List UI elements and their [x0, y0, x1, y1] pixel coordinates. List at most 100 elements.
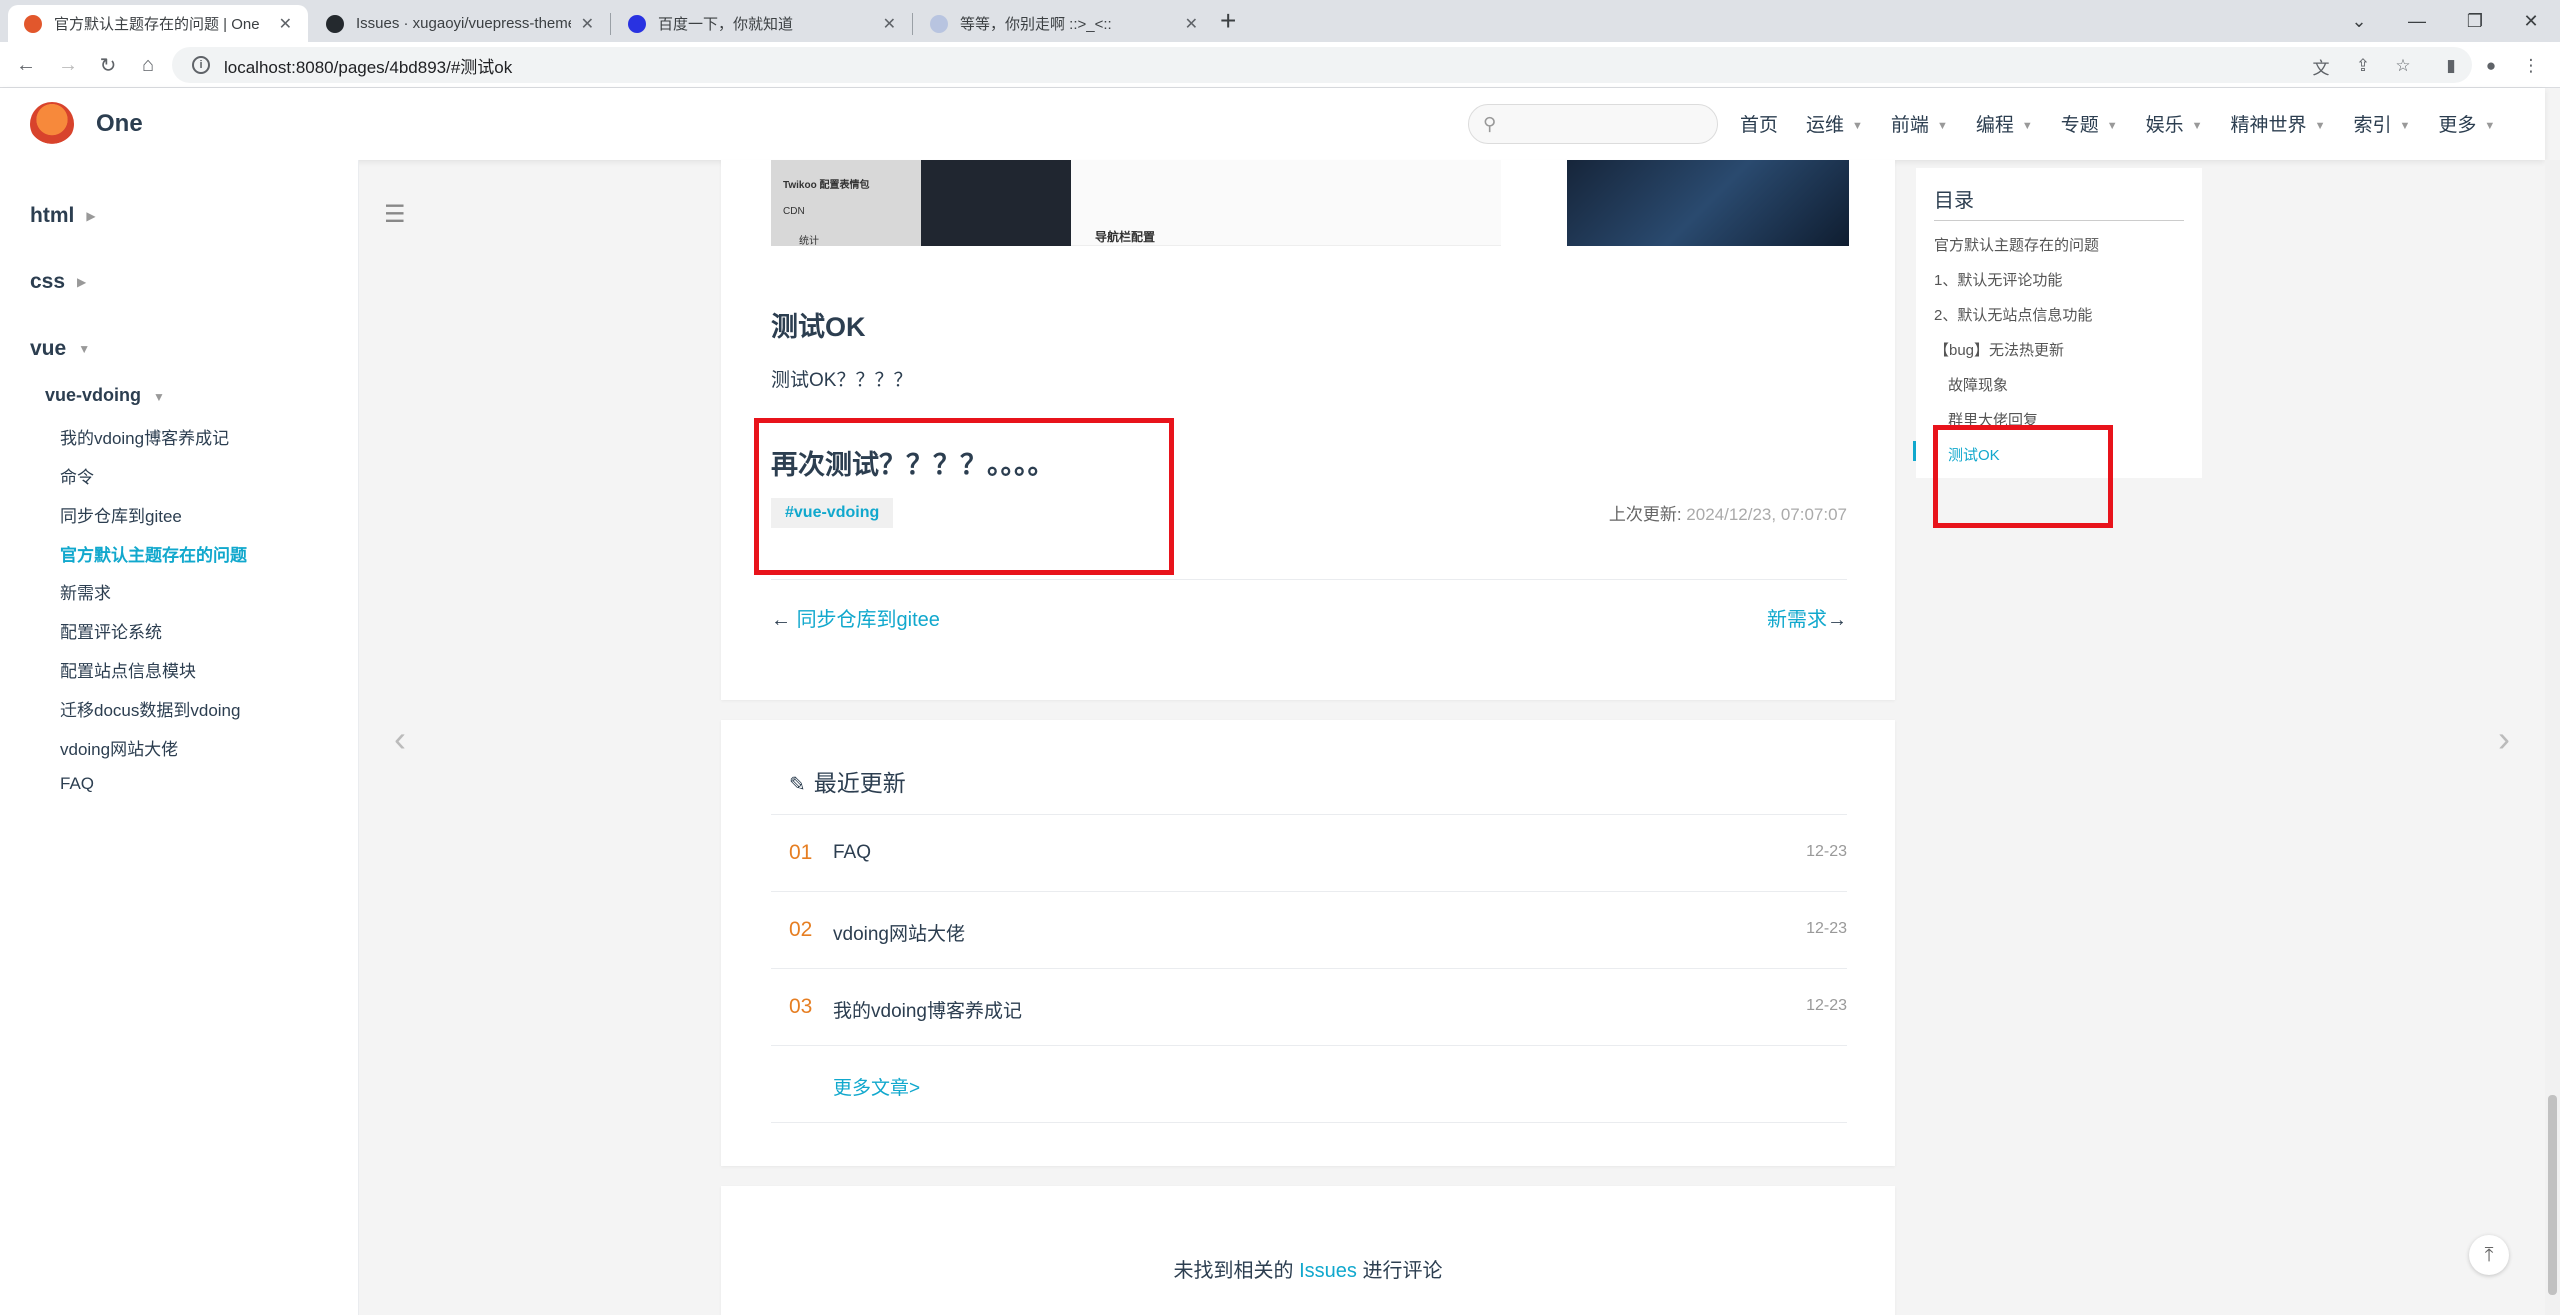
page-favicon-icon: [930, 14, 948, 33]
chevron-down-icon: ▼: [2399, 119, 2411, 132]
home-button[interactable]: ⌂: [134, 51, 162, 79]
sidebar-item[interactable]: vdoing网站大佬: [60, 735, 178, 760]
translate-icon[interactable]: 文: [2308, 53, 2334, 79]
site-name[interactable]: One: [96, 110, 143, 138]
back-to-top-button[interactable]: ⤒: [2469, 1235, 2509, 1275]
comment-prompt: 未找到相关的 Issues 进行评论: [1173, 1260, 1443, 1282]
browser-tab-404[interactable]: 等等，你别走啊 ::>_<:: ✕: [914, 5, 1214, 42]
bookmark-star-icon[interactable]: ☆: [2390, 53, 2416, 79]
close-tab-icon[interactable]: ✕: [279, 14, 292, 34]
toc-active-indicator: [1913, 441, 1916, 461]
reload-button[interactable]: ↻: [94, 51, 122, 79]
site-info-icon[interactable]: i: [192, 56, 210, 74]
sidebar-item[interactable]: 同步仓库到gitee: [60, 502, 182, 527]
pencil-icon: ✎: [789, 774, 806, 796]
sidebar: html ▶ css ▶ vue ▼ vue-vdoing ▼ 我的vdoing博客养成…: [0, 160, 359, 1315]
sidebar-item[interactable]: 新需求: [60, 579, 111, 604]
browser-tab-github[interactable]: Issues · xugaoyi/vuepress-theme-vdoing ✕: [310, 5, 610, 42]
next-page-arrow-icon[interactable]: ›: [2498, 718, 2510, 760]
prev-page-arrow-icon[interactable]: ‹: [394, 718, 406, 760]
sidebar-item[interactable]: 配置评论系统: [60, 618, 162, 643]
screenshot-image: [1567, 160, 1849, 246]
tab-separator: [912, 13, 913, 35]
close-tab-icon[interactable]: ✕: [581, 14, 594, 34]
sidebar-item[interactable]: FAQ: [60, 774, 94, 794]
search-icon: ⚲: [1483, 114, 1497, 134]
toc-item[interactable]: 故障现象: [1948, 374, 2008, 395]
browser-tab-baidu[interactable]: 百度一下，你就知道 ✕: [612, 5, 912, 42]
list-item[interactable]: 02 vdoing网站大佬 12-23: [771, 891, 1847, 968]
browser-toolbar: ← → ↻ ⌂ i localhost:8080/pages/4bd893/#测…: [0, 42, 2560, 88]
highlight-box: [754, 418, 1174, 575]
sidebar-item[interactable]: 配置站点信息模块: [60, 657, 196, 682]
tab-search-icon[interactable]: ⌄: [2330, 0, 2388, 42]
share-icon[interactable]: ⇪: [2350, 53, 2376, 79]
nav-topics[interactable]: 专题 ▼: [2061, 110, 2118, 137]
baidu-icon: [628, 14, 646, 33]
minimize-button[interactable]: —: [2388, 0, 2446, 42]
browser-tab-bar: 官方默认主题存在的问题 | One ✕ Issues · xugaoyi/vue…: [0, 0, 2560, 42]
sidebar-item-active[interactable]: 官方默认主题存在的问题: [60, 541, 247, 566]
toc-item[interactable]: 1、默认无评论功能: [1934, 269, 2062, 290]
search-input[interactable]: ⚲: [1468, 104, 1718, 144]
sidebar-group-css[interactable]: css ▶: [30, 270, 86, 294]
tab-title: Issues · xugaoyi/vuepress-theme-vdoing: [356, 15, 571, 32]
nav-more[interactable]: 更多 ▼: [2438, 110, 2495, 137]
article-card: Twikoo 配置表情包 CDN 统计 导航栏配置 测试OK 测试OK？？？？ …: [721, 160, 1895, 700]
forward-button[interactable]: →: [54, 51, 82, 79]
nav-home[interactable]: 首页: [1740, 110, 1778, 137]
scrollbar-thumb[interactable]: [2548, 1095, 2557, 1295]
toc-item[interactable]: 【bug】无法热更新: [1934, 339, 2064, 360]
site-logo[interactable]: [30, 102, 74, 146]
menu-kebab-icon[interactable]: ⋮: [2518, 53, 2544, 79]
nav-programming[interactable]: 编程 ▼: [1976, 110, 2033, 137]
next-article-link[interactable]: 新需求→: [1767, 603, 1847, 632]
prev-article-link[interactable]: ← 同步仓库到gitee: [771, 603, 940, 632]
sidebar-item[interactable]: 我的vdoing博客养成记: [60, 424, 229, 449]
sidebar-item[interactable]: 迁移docus数据到vdoing: [60, 696, 240, 721]
chevron-down-icon: ▼: [2191, 119, 2203, 132]
new-tab-button[interactable]: +: [1220, 6, 1236, 36]
heading-test-ok: 测试OK: [771, 312, 866, 342]
nav-entertainment[interactable]: 娱乐 ▼: [2146, 110, 2203, 137]
profile-avatar-icon[interactable]: ●: [2478, 53, 2504, 79]
recent-updates-title: ✎ 最近更新: [789, 770, 906, 796]
nav-frontend[interactable]: 前端 ▼: [1891, 110, 1948, 137]
nav-links: 首页 运维 ▼ 前端 ▼ 编程 ▼ 专题 ▼ 娱乐 ▼ 精神世界 ▼ 索引 ▼ 更多 ▼: [1740, 110, 2523, 137]
nav-index[interactable]: 索引 ▼: [2353, 110, 2410, 137]
browser-tab-active[interactable]: 官方默认主题存在的问题 | One ✕: [8, 5, 308, 42]
sidebar-subgroup-vue-vdoing[interactable]: vue-vdoing ▼: [45, 385, 165, 406]
divider: [771, 579, 1847, 580]
nav-spirit[interactable]: 精神世界 ▼: [2231, 110, 2326, 137]
chevron-down-icon: ▼: [2314, 119, 2326, 132]
sidebar-item[interactable]: 命令: [60, 463, 94, 488]
close-window-button[interactable]: ✕: [2502, 0, 2560, 42]
list-item[interactable]: 01 FAQ 12-23: [771, 814, 1847, 891]
toc-item[interactable]: 2、默认无站点信息功能: [1934, 304, 2092, 325]
chevron-down-icon: ▼: [1852, 119, 1863, 132]
divider: [771, 1122, 1847, 1123]
github-icon: [326, 14, 344, 33]
sidebar-toggle-icon[interactable]: ☰: [384, 200, 406, 229]
more-articles-link[interactable]: 更多文章>: [833, 1073, 920, 1100]
toc-item[interactable]: 官方默认主题存在的问题: [1934, 234, 2099, 255]
chevron-down-icon: ▼: [2484, 119, 2496, 132]
close-tab-icon[interactable]: ✕: [1185, 14, 1198, 34]
address-bar[interactable]: i localhost:8080/pages/4bd893/#测试ok: [172, 47, 2472, 83]
list-item[interactable]: 03 我的vdoing博客养成记 12-23: [771, 968, 1847, 1045]
side-panel-icon[interactable]: ▮: [2438, 53, 2464, 79]
close-tab-icon[interactable]: ✕: [883, 14, 896, 34]
back-button[interactable]: ←: [12, 51, 40, 79]
issues-link[interactable]: Issues: [1299, 1260, 1357, 1282]
toc-title: 目录: [1934, 190, 1974, 212]
divider: [1934, 220, 2184, 221]
restore-button[interactable]: ❐: [2446, 0, 2504, 42]
chevron-down-icon: ▼: [2021, 119, 2033, 132]
nav-ops[interactable]: 运维 ▼: [1806, 110, 1863, 137]
chevron-down-icon: ▼: [153, 390, 165, 404]
site-favicon-icon: [24, 14, 42, 33]
sidebar-group-vue[interactable]: vue ▼: [30, 337, 90, 361]
chevron-right-icon: ▶: [86, 209, 96, 224]
sidebar-group-html[interactable]: html ▶: [30, 204, 96, 228]
last-updated: 上次更新: 2024/12/23, 07:07:07: [1608, 505, 1847, 524]
